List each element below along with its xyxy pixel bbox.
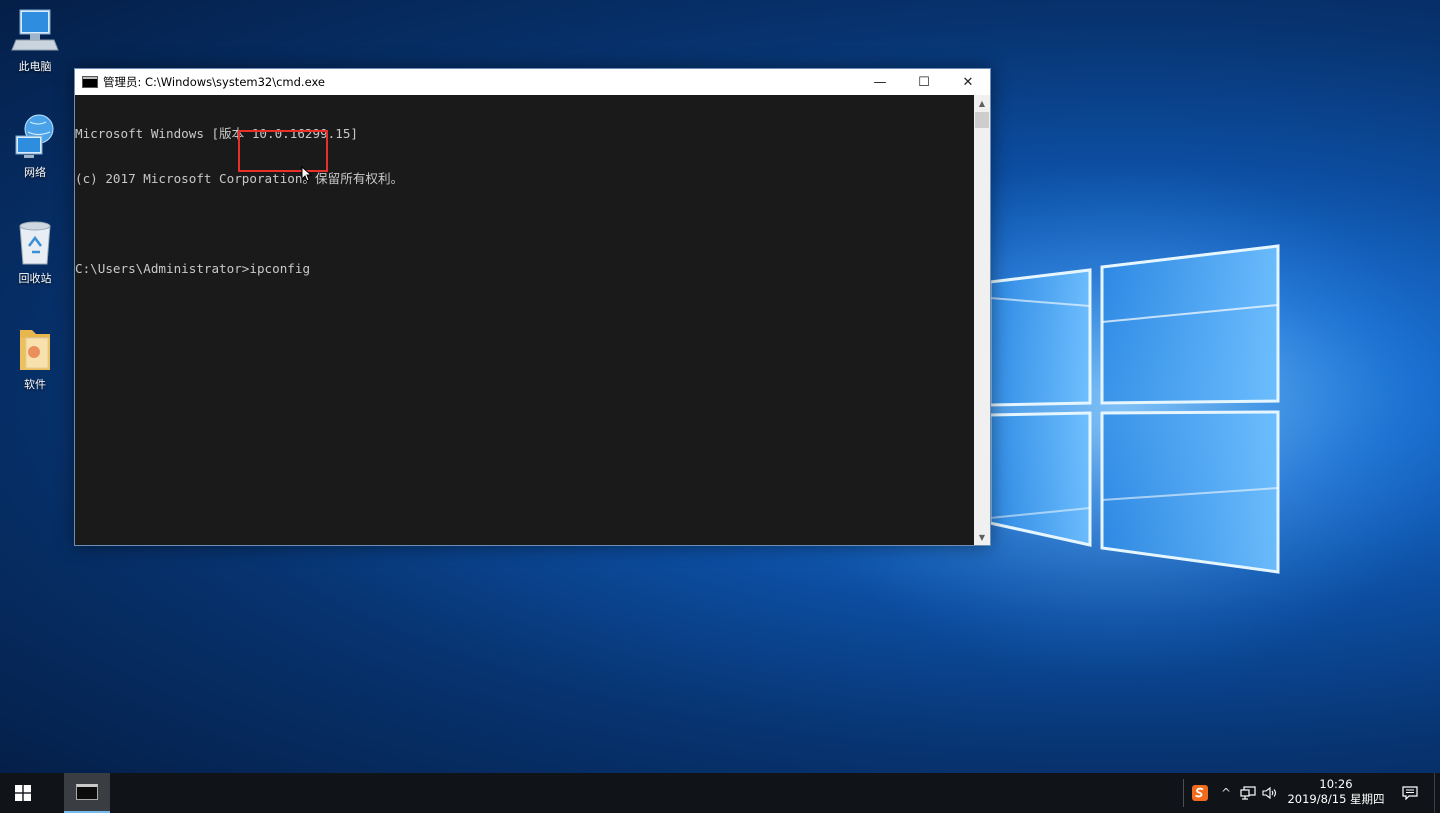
scrollbar-thumb[interactable] [975,112,989,128]
terminal-line: (c) 2017 Microsoft Corporation。保留所有权利。 [75,171,404,186]
terminal-output[interactable]: Microsoft Windows [版本 10.0.16299.15] (c)… [75,95,974,545]
notification-icon [1402,786,1418,800]
desktop-icon-label: 网络 [24,166,46,179]
network-status-icon[interactable] [1238,773,1258,813]
tray-overflow-chevron-icon[interactable]: ^ [1218,773,1234,813]
speaker-icon [1262,786,1277,800]
cmd-titlebar[interactable]: 管理员: C:\Windows\system32\cmd.exe — ☐ ✕ [75,69,990,95]
maximize-icon: ☐ [918,74,930,90]
cmd-window-title: 管理员: C:\Windows\system32\cmd.exe [103,75,325,89]
start-button[interactable] [0,773,46,813]
mouse-cursor-icon [301,166,313,182]
recycle-bin-icon [19,221,51,265]
desktop-icon-label: 此电脑 [18,60,52,73]
network-globe-icon [15,114,54,158]
cmd-taskbar-icon [76,784,98,800]
scroll-up-arrow-icon[interactable]: ▲ [974,95,990,111]
maximize-button[interactable]: ☐ [902,69,946,95]
network-monitor-icon [1240,786,1256,800]
cmd-window[interactable]: 管理员: C:\Windows\system32\cmd.exe — ☐ ✕ M… [74,68,991,546]
highlight-annotation-box [238,130,328,172]
chevron-up-icon: ^ [1220,786,1232,800]
clock-date: 2019/8/15 星期四 [1287,792,1385,806]
scroll-down-arrow-icon[interactable]: ▼ [974,529,990,545]
taskbar-clock[interactable]: 10:26 2019/8/15 星期四 [1284,773,1388,813]
taskbar-cmd-app[interactable] [64,773,110,813]
desktop-icon-this-pc[interactable]: 此电脑 [4,6,66,74]
terminal-prompt-line[interactable]: C:\Users\Administrator>ipconfig [75,261,974,276]
tray-divider [1183,779,1184,807]
minimize-button[interactable]: — [858,69,902,95]
clock-time: 10:26 [1319,777,1353,791]
close-icon: ✕ [962,74,974,90]
minimize-icon: — [873,74,887,90]
desktop-icon-recycle-bin[interactable]: 回收站 [4,218,66,286]
desktop-icon-label: 软件 [24,378,46,391]
ime-s-icon [1192,785,1208,801]
action-center-button[interactable] [1396,773,1424,813]
sogou-ime-icon[interactable] [1191,773,1209,813]
folder-icon [20,330,50,370]
taskbar: ^ 10:26 2019/8/15 星期四 [0,773,1440,813]
computer-icon [11,9,59,51]
windows-logo-icon [15,785,31,801]
show-desktop-button[interactable] [1434,773,1440,813]
cmd-app-icon [82,76,98,88]
desktop-icon-network[interactable]: 网络 [4,112,66,180]
close-button[interactable]: ✕ [946,69,990,95]
vertical-scrollbar[interactable]: ▲ ▼ [974,95,990,545]
desktop-icon-label: 回收站 [18,272,52,285]
desktop-icon-software-folder[interactable]: 软件 [4,324,66,392]
volume-icon[interactable] [1260,773,1280,813]
terminal-line: Microsoft Windows [版本 10.0.16299.15] [75,126,358,141]
